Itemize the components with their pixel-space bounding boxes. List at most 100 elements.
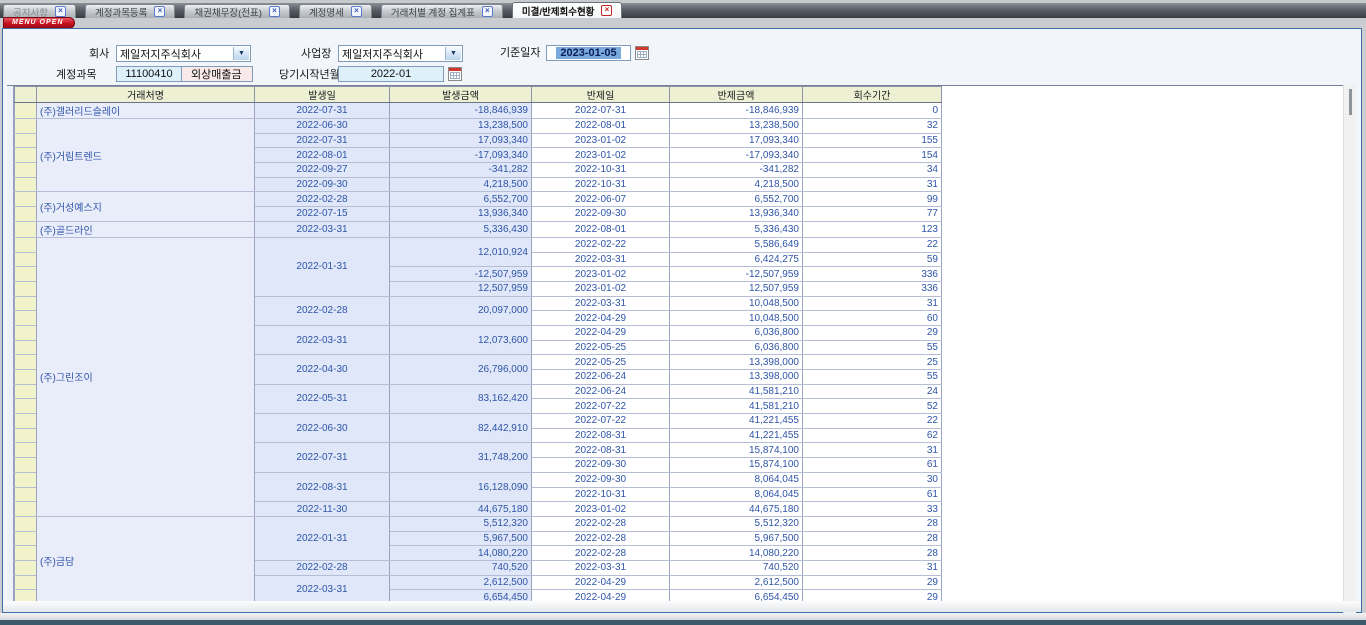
settle-date-cell[interactable]: 2023-01-02: [532, 281, 670, 296]
tab-close-icon[interactable]: ×: [601, 5, 612, 16]
row-selector[interactable]: [15, 192, 37, 207]
occur-date-cell[interactable]: 2022-07-31: [255, 133, 390, 148]
settle-amount-cell[interactable]: 5,967,500: [670, 531, 803, 546]
settle-date-cell[interactable]: 2022-02-28: [532, 516, 670, 531]
settle-amount-cell[interactable]: 2,612,500: [670, 575, 803, 590]
chevron-down-icon[interactable]: ▼: [233, 47, 249, 60]
settle-amount-cell[interactable]: 13,238,500: [670, 119, 803, 134]
row-selector[interactable]: [15, 252, 37, 267]
occur-amount-cell[interactable]: 6,552,700: [390, 192, 532, 207]
occur-amount-cell[interactable]: 26,796,000: [390, 355, 532, 384]
settle-date-cell[interactable]: 2022-04-29: [532, 325, 670, 340]
settle-date-cell[interactable]: 2022-03-31: [532, 252, 670, 267]
horizontal-scroll-strip[interactable]: [3, 601, 1361, 612]
account-name-field[interactable]: 외상매출금: [181, 66, 253, 82]
occur-amount-cell[interactable]: 31,748,200: [390, 443, 532, 472]
collect-days-cell[interactable]: 99: [803, 192, 942, 207]
row-selector[interactable]: [15, 458, 37, 473]
collect-days-cell[interactable]: 336: [803, 281, 942, 296]
settle-amount-cell[interactable]: -17,093,340: [670, 148, 803, 163]
occur-date-cell[interactable]: 2022-01-31: [255, 516, 390, 560]
settle-date-cell[interactable]: 2022-08-01: [532, 119, 670, 134]
row-selector[interactable]: [15, 325, 37, 340]
collect-days-cell[interactable]: 25: [803, 355, 942, 370]
settle-date-cell[interactable]: 2022-09-30: [532, 207, 670, 222]
collect-days-cell[interactable]: 28: [803, 546, 942, 561]
settle-date-cell[interactable]: 2022-05-25: [532, 355, 670, 370]
settle-date-cell[interactable]: 2022-08-01: [532, 221, 670, 237]
vertical-scrollbar[interactable]: [1343, 85, 1356, 614]
collect-days-cell[interactable]: 33: [803, 502, 942, 517]
settle-date-cell[interactable]: 2022-09-30: [532, 472, 670, 487]
collect-days-cell[interactable]: 61: [803, 487, 942, 502]
collect-days-cell[interactable]: 28: [803, 516, 942, 531]
occur-date-cell[interactable]: 2022-07-31: [255, 443, 390, 472]
row-selector[interactable]: [15, 370, 37, 385]
occur-amount-cell[interactable]: -12,507,959: [390, 267, 532, 282]
collect-days-cell[interactable]: 31: [803, 296, 942, 311]
occur-date-cell[interactable]: 2022-02-28: [255, 560, 390, 575]
settle-date-cell[interactable]: 2022-06-24: [532, 370, 670, 385]
tab-거래처별-계정-집계표[interactable]: 거래처별 계정 집계표×: [381, 4, 503, 18]
settle-amount-cell[interactable]: 6,036,800: [670, 325, 803, 340]
collect-days-cell[interactable]: 155: [803, 133, 942, 148]
row-selector[interactable]: [15, 133, 37, 148]
collect-days-cell[interactable]: 62: [803, 428, 942, 443]
settle-date-cell[interactable]: 2022-06-24: [532, 384, 670, 399]
occur-date-cell[interactable]: 2022-05-31: [255, 384, 390, 413]
occur-amount-cell[interactable]: 20,097,000: [390, 296, 532, 325]
tab-공지사항[interactable]: 공지사항×: [3, 4, 76, 18]
row-selector[interactable]: [15, 575, 37, 590]
collect-days-cell[interactable]: 60: [803, 311, 942, 326]
settle-amount-cell[interactable]: 5,336,430: [670, 221, 803, 237]
settle-date-cell[interactable]: 2022-07-31: [532, 103, 670, 119]
row-selector[interactable]: [15, 296, 37, 311]
occur-amount-cell[interactable]: 13,936,340: [390, 207, 532, 222]
occur-date-cell[interactable]: 2022-11-30: [255, 502, 390, 517]
collect-days-cell[interactable]: 52: [803, 399, 942, 414]
settle-amount-cell[interactable]: 12,507,959: [670, 281, 803, 296]
row-selector[interactable]: [15, 472, 37, 487]
settle-date-cell[interactable]: 2022-10-31: [532, 177, 670, 192]
partner-name-cell[interactable]: (주)갤러리드슬레이: [37, 103, 255, 119]
header-settle-amount[interactable]: 반제금액: [670, 87, 803, 103]
occur-date-cell[interactable]: 2022-06-30: [255, 414, 390, 443]
settle-amount-cell[interactable]: 6,036,800: [670, 340, 803, 355]
header-partner[interactable]: 거래처명: [37, 87, 255, 103]
settle-amount-cell[interactable]: 41,221,455: [670, 428, 803, 443]
occur-amount-cell[interactable]: 12,010,924: [390, 237, 532, 266]
settle-date-cell[interactable]: 2022-08-31: [532, 428, 670, 443]
occur-date-cell[interactable]: 2022-03-31: [255, 325, 390, 354]
account-code-input[interactable]: 11100410: [116, 66, 182, 82]
tab-채권채무장-전표-[interactable]: 채권채무장(전표)×: [184, 4, 290, 18]
row-selector[interactable]: [15, 428, 37, 443]
collect-days-cell[interactable]: 29: [803, 325, 942, 340]
settle-date-cell[interactable]: 2022-03-31: [532, 296, 670, 311]
settle-date-cell[interactable]: 2022-02-28: [532, 531, 670, 546]
collect-days-cell[interactable]: 123: [803, 221, 942, 237]
row-selector[interactable]: [15, 487, 37, 502]
row-selector[interactable]: [15, 237, 37, 252]
settle-date-cell[interactable]: 2022-08-31: [532, 443, 670, 458]
occur-amount-cell[interactable]: 2,612,500: [390, 575, 532, 590]
settle-amount-cell[interactable]: -12,507,959: [670, 267, 803, 282]
occur-amount-cell[interactable]: 5,967,500: [390, 531, 532, 546]
tab-계정과목등록[interactable]: 계정과목등록×: [85, 4, 175, 18]
row-selector[interactable]: [15, 148, 37, 163]
settle-amount-cell[interactable]: 17,093,340: [670, 133, 803, 148]
header-occur-date[interactable]: 발생일: [255, 87, 390, 103]
base-date-input[interactable]: 2023-01-05: [546, 45, 631, 61]
occur-date-cell[interactable]: 2022-03-31: [255, 575, 390, 603]
calendar-icon[interactable]: [635, 46, 649, 60]
collect-days-cell[interactable]: 55: [803, 340, 942, 355]
settle-date-cell[interactable]: 2022-10-31: [532, 487, 670, 502]
partner-name-cell[interactable]: (주)금담: [37, 516, 255, 603]
collect-days-cell[interactable]: 336: [803, 267, 942, 282]
settle-date-cell[interactable]: 2023-01-02: [532, 133, 670, 148]
occur-amount-cell[interactable]: -341,282: [390, 163, 532, 178]
settle-date-cell[interactable]: 2022-02-22: [532, 237, 670, 252]
occur-date-cell[interactable]: 2022-07-31: [255, 103, 390, 119]
header-collect-days[interactable]: 회수기간: [803, 87, 942, 103]
tab-계정명세[interactable]: 계정명세×: [299, 4, 372, 18]
tab-close-icon[interactable]: ×: [154, 6, 165, 17]
